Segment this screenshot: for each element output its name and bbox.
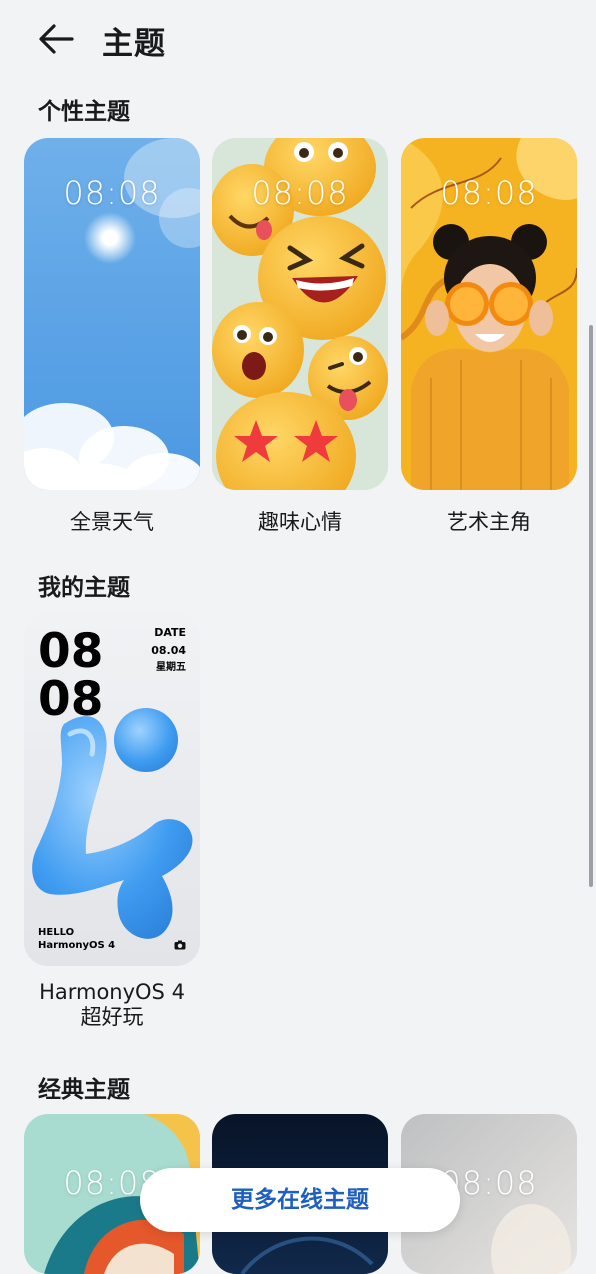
theme-card-fun-mood[interactable]: 08:08	[212, 138, 388, 490]
page-title: 主题	[102, 26, 166, 62]
scrollbar[interactable]	[589, 325, 593, 887]
date-title: DATE	[154, 626, 186, 639]
lockscreen-clock: 08:08	[440, 174, 538, 212]
theme-card-harmonyos-4[interactable]: 08 08 DATE 08.04 星期五 HELLO HarmonyOS 4	[24, 614, 200, 966]
date-value: 08.04	[151, 644, 186, 657]
theme-card-panorama-weather[interactable]: 08:08	[24, 138, 200, 490]
section-title-classic: 经典主题	[38, 1077, 130, 1103]
section-title-personal: 个性主题	[38, 99, 130, 125]
more-online-themes-button[interactable]: 更多在线主题	[140, 1168, 460, 1232]
theme-label: HarmonyOS 4 超好玩	[24, 980, 200, 1030]
lockscreen-clock: 08:08	[251, 174, 349, 212]
weekday: 星期五	[156, 662, 186, 673]
theme-label: 全景天气	[70, 510, 154, 534]
lockscreen-clock: 08:08	[63, 174, 161, 212]
camera-icon	[174, 940, 186, 950]
clock-hour: 08	[38, 624, 104, 679]
clock-minute: 08	[38, 672, 104, 727]
arrow-left-icon	[39, 24, 74, 54]
theme-label: 艺术主角	[447, 510, 531, 534]
hello-text: HELLO	[38, 927, 75, 938]
theme-label: 趣味心情	[258, 510, 342, 534]
brand-text: HarmonyOS 4	[38, 940, 116, 951]
top-app-bar: 主题	[0, 0, 596, 80]
back-button[interactable]	[34, 20, 78, 60]
theme-label-line2: 超好玩	[80, 1005, 144, 1029]
theme-card-art-protagonist[interactable]: 08:08	[401, 138, 577, 490]
section-title-mine: 我的主题	[38, 575, 130, 601]
theme-label-line1: HarmonyOS 4	[39, 980, 185, 1004]
